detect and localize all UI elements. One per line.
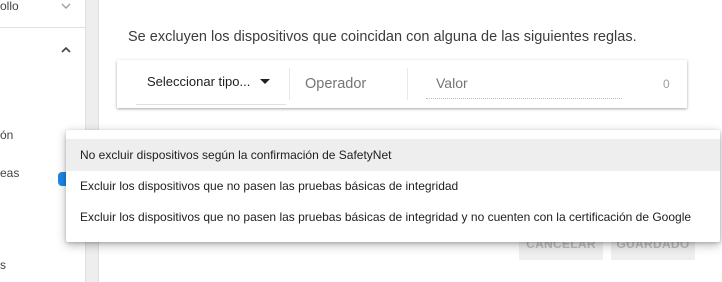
column-divider (289, 68, 290, 100)
sidebar-item-development[interactable]: ollo (0, 0, 86, 14)
sidebar-item-4[interactable]: s (0, 258, 86, 272)
menu-option-exclude-basic-integrity[interactable]: Excluir los dispositivos que no pasen la… (66, 170, 720, 202)
rule-row: Seleccionar tipo... Operador Valor 0 (117, 60, 687, 108)
type-select[interactable]: Seleccionar tipo... (147, 74, 250, 89)
sidebar-section-toggle[interactable] (0, 42, 86, 56)
operator-select[interactable]: Operador (305, 76, 366, 92)
sidebar-divider (0, 27, 86, 28)
value-input-underline (426, 98, 622, 99)
character-counter: 0 (663, 77, 670, 91)
type-select-underline (136, 104, 286, 105)
sidebar-item-label: eas (0, 166, 20, 180)
chevron-up-icon (61, 46, 71, 53)
rules-description: Se excluyen los dispositivos que coincid… (128, 29, 637, 45)
safetynet-options-menu: No excluir dispositivos según la confirm… (66, 130, 720, 242)
sidebar-item-label: ón (0, 128, 14, 142)
menu-option-no-exclude[interactable]: No excluir dispositivos según la confirm… (66, 139, 720, 171)
sidebar-item-label: ollo (0, 0, 19, 13)
value-input[interactable]: Valor (436, 75, 468, 91)
dropdown-arrow-icon[interactable] (260, 79, 270, 84)
chevron-down-icon (61, 3, 71, 9)
menu-option-exclude-basic-integrity-certified[interactable]: Excluir los dispositivos que no pasen la… (66, 201, 720, 233)
sidebar-item-label: s (0, 258, 6, 272)
column-divider (407, 68, 408, 100)
